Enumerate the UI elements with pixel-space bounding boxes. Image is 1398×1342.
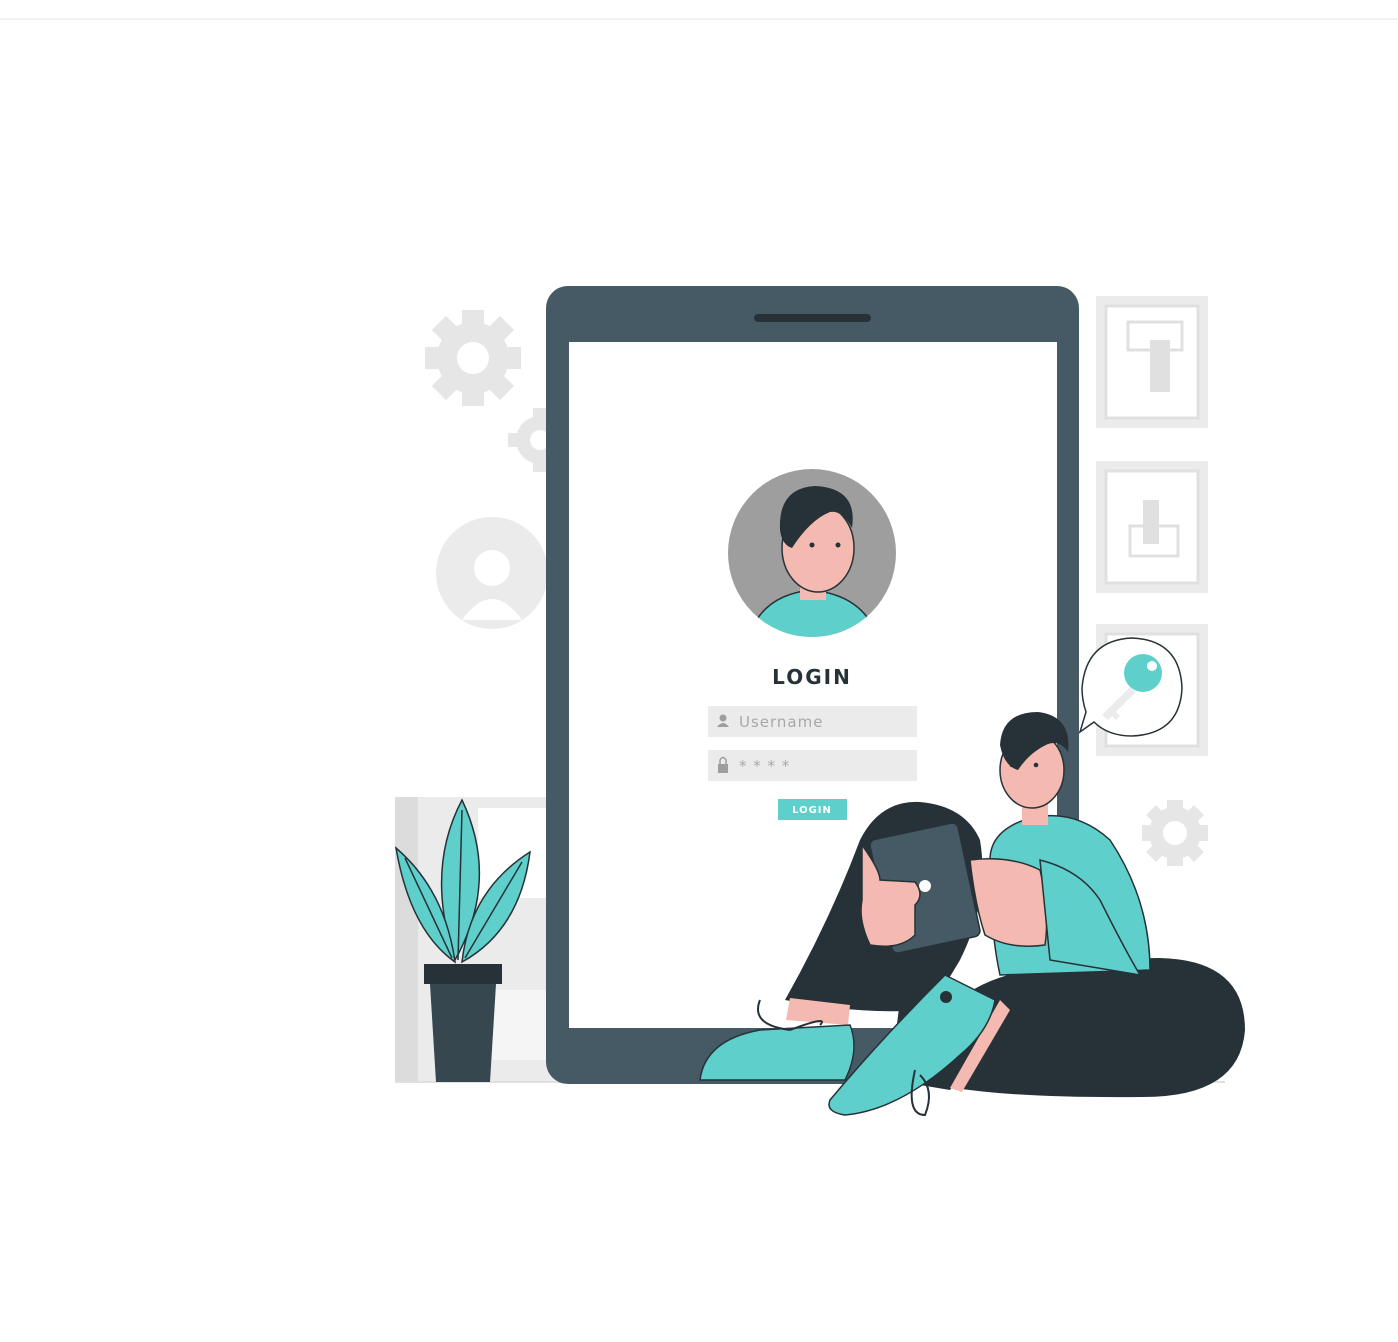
gear-icon [1142, 800, 1208, 866]
password-field[interactable]: * * * * [708, 750, 917, 781]
wall-frame [1096, 296, 1208, 428]
login-button-label: LOGIN [792, 805, 832, 816]
login-illustration: LOGIN Username * * * * LOGIN [0, 0, 1398, 1342]
wall-frame [1096, 461, 1208, 593]
password-mask: * * * * [739, 757, 790, 775]
login-title: LOGIN [772, 665, 852, 689]
login-button[interactable]: LOGIN [778, 799, 847, 820]
speech-bubble [1078, 637, 1183, 737]
illustration-canvas: LOGIN Username * * * * LOGIN [394, 286, 1245, 1117]
user-icon [436, 517, 548, 629]
username-placeholder: Username [739, 713, 823, 731]
gear-icon [425, 310, 521, 406]
username-field[interactable]: Username [708, 706, 917, 737]
